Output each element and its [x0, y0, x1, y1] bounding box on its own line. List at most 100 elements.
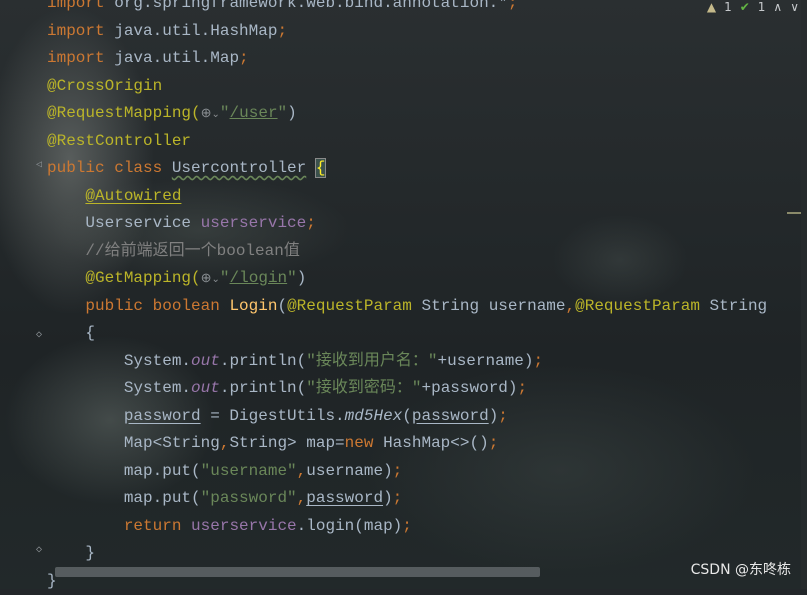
code-token: //给前端返回一个boolean值	[47, 242, 300, 260]
code-token: Userservice	[47, 214, 201, 232]
editor-gutter: ◁ ◇ ◇	[0, 0, 46, 589]
code-token: @GetMapping(	[47, 269, 201, 287]
code-line[interactable]: public class Usercontroller {	[47, 155, 767, 183]
code-token	[47, 407, 124, 425]
code-token: userservice	[191, 517, 297, 535]
code-token: map.put(	[47, 462, 201, 480]
vertical-scrollbar-track[interactable]	[801, 0, 807, 589]
code-token: public boolean	[85, 297, 229, 315]
code-token: )	[297, 269, 307, 287]
code-token: ;	[239, 49, 249, 67]
code-token: return	[124, 517, 191, 535]
horizontal-scrollbar[interactable]	[55, 567, 540, 577]
code-token: ;	[534, 352, 544, 370]
code-token: map.put(	[47, 489, 201, 507]
code-token: @CrossOrigin	[47, 77, 162, 95]
watermark: CSDN @东咚栋	[691, 559, 791, 579]
code-line[interactable]: //给前端返回一个boolean值	[47, 238, 767, 266]
code-token: out	[191, 352, 220, 370]
code-line[interactable]: import org.springframework.web.bind.anno…	[47, 0, 767, 18]
chevron-down-icon: ⌄	[212, 110, 220, 121]
code-token: ;	[402, 517, 412, 535]
warning-icon[interactable]: ▲	[707, 0, 716, 14]
code-token: HashMap<>()	[383, 434, 489, 452]
code-token: +password)	[421, 379, 517, 397]
fold-icon[interactable]: ◇	[34, 545, 44, 555]
warning-count: 1	[724, 0, 732, 14]
globe-icon: ⊕	[201, 106, 212, 121]
code-line[interactable]: @CrossOrigin	[47, 73, 767, 101]
code-token: {	[47, 324, 95, 342]
fold-icon[interactable]: ◁	[34, 160, 44, 170]
code-token: .println(	[220, 379, 306, 397]
code-token: ;	[508, 0, 518, 12]
code-token: @RestController	[47, 132, 191, 150]
code-token: ;	[393, 462, 403, 480]
code-token: {	[316, 159, 326, 177]
code-token: "	[287, 269, 297, 287]
code-token: ,	[297, 462, 307, 480]
code-token: ,	[220, 434, 230, 452]
code-token: String username	[421, 297, 565, 315]
code-token	[47, 297, 85, 315]
code-token: userservice	[201, 214, 307, 232]
code-token: @Autowired	[85, 187, 181, 205]
code-line[interactable]: {	[47, 320, 767, 348]
code-line[interactable]: System.out.println("接收到密码："+password);	[47, 375, 767, 403]
code-line[interactable]: import java.util.HashMap;	[47, 18, 767, 46]
code-line[interactable]: password = DigestUtils.md5Hex(password);	[47, 403, 767, 431]
chevron-down-icon: ⌄	[212, 275, 220, 286]
chevron-down-icon[interactable]: ∨	[790, 0, 799, 14]
code-token: "	[220, 269, 230, 287]
code-token: )	[489, 407, 499, 425]
code-token: "	[278, 104, 288, 122]
code-token: import	[47, 49, 114, 67]
code-token: org.springframework.web.bind.annotation.…	[114, 0, 508, 12]
code-token: ;	[498, 407, 508, 425]
code-token: )	[383, 489, 393, 507]
code-token: Usercontroller	[172, 159, 306, 177]
code-line[interactable]: @GetMapping(⊕⌄"/login")	[47, 265, 767, 293]
code-token: ;	[277, 22, 287, 40]
code-token: password	[306, 489, 383, 507]
globe-icon: ⊕	[201, 271, 212, 286]
code-line[interactable]: @RequestMapping(⊕⌄"/user")	[47, 100, 767, 128]
check-icon[interactable]: ✔	[740, 0, 750, 14]
code-editor[interactable]: import org.springframework.web.bind.anno…	[47, 0, 767, 595]
code-token: import	[47, 22, 114, 40]
code-line[interactable]: import java.util.Map;	[47, 45, 767, 73]
code-token: password	[124, 407, 201, 425]
code-token: import	[47, 0, 114, 12]
code-line[interactable]: }	[47, 540, 767, 568]
code-token: @RequestMapping(	[47, 104, 201, 122]
code-line[interactable]: @Autowired	[47, 183, 767, 211]
code-line[interactable]: public boolean Login(@RequestParam Strin…	[47, 293, 767, 321]
code-line[interactable]: Userservice userservice;	[47, 210, 767, 238]
code-token: .println(	[220, 352, 306, 370]
chevron-up-icon[interactable]: ∧	[773, 0, 782, 14]
code-token: "接收到用户名："	[306, 352, 437, 370]
code-line[interactable]: @RestController	[47, 128, 767, 156]
code-token: System.	[47, 352, 191, 370]
code-token: ;	[393, 489, 403, 507]
code-line[interactable]: System.out.println("接收到用户名："+username);	[47, 348, 767, 376]
code-token: Login	[229, 297, 277, 315]
fold-icon[interactable]: ◇	[34, 330, 44, 340]
code-line[interactable]: Map<String,String> map=new HashMap<>();	[47, 430, 767, 458]
code-token: java.util.HashMap	[114, 22, 277, 40]
code-token: }	[47, 544, 95, 562]
code-line[interactable]: map.put("username",username);	[47, 458, 767, 486]
code-token: /login	[230, 269, 288, 287]
code-token: ;	[306, 214, 316, 232]
code-line[interactable]: return userservice.login(map);	[47, 513, 767, 541]
code-token: = DigestUtils.	[201, 407, 345, 425]
code-token: (	[277, 297, 287, 315]
code-token: ,	[566, 297, 576, 315]
code-token: username)	[306, 462, 392, 480]
check-count: 1	[758, 0, 766, 14]
code-token	[47, 517, 124, 535]
inspection-widget[interactable]: ▲ 1 ✔ 1 ∧ ∨	[699, 0, 807, 14]
code-line[interactable]: map.put("password",password);	[47, 485, 767, 513]
code-token: new	[345, 434, 383, 452]
code-token: out	[191, 379, 220, 397]
